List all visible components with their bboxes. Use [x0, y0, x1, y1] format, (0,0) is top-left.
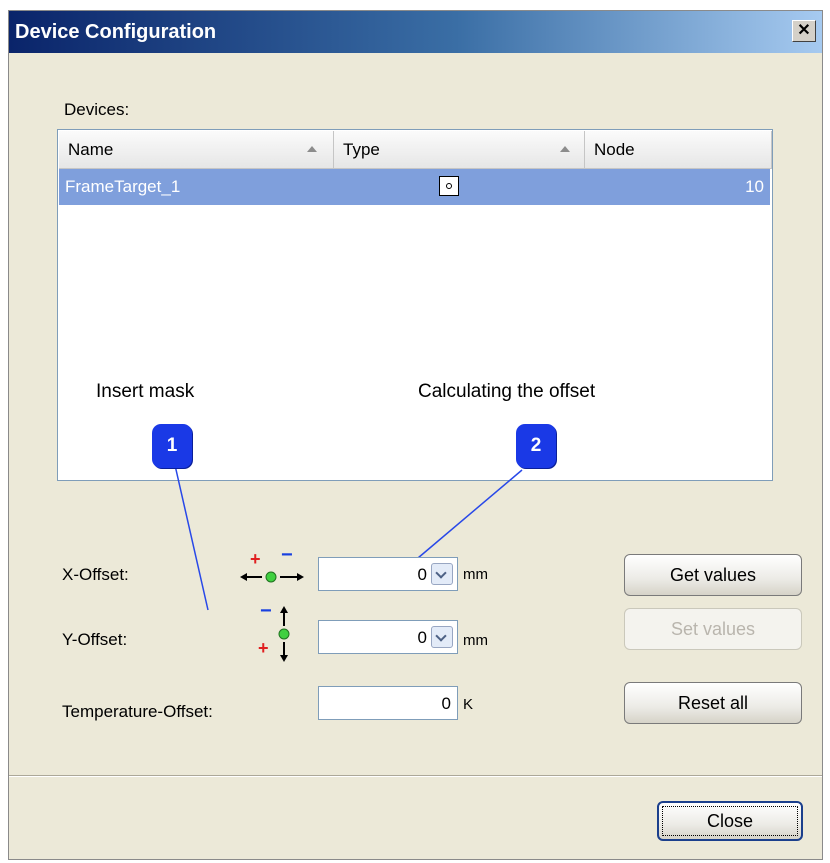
temperature-offset-value: 0 [441, 694, 451, 713]
get-values-button[interactable]: Get values [624, 554, 802, 596]
annotation-text-1: Insert mask [96, 381, 195, 402]
close-button[interactable]: Close [657, 801, 803, 841]
devices-label: Devices: [64, 100, 130, 119]
x-offset-arrows-icon: + − [240, 544, 314, 587]
y-offset-unit: mm [463, 632, 488, 649]
window-title: Device Configuration [15, 21, 217, 43]
sort-up-icon [560, 146, 570, 152]
x-offset-unit: mm [463, 566, 488, 583]
close-window-button[interactable]: ✕ [792, 20, 816, 42]
frame-target-icon [439, 176, 459, 196]
device-node-cell: 10 [745, 177, 764, 196]
footer-separator [9, 775, 822, 777]
column-header-node-label: Node [594, 140, 635, 159]
y-offset-arrows-icon: − + [256, 600, 296, 662]
title-bar[interactable]: Device Configuration ✕ [9, 11, 822, 53]
annotation-badge-1: 1 [152, 424, 192, 468]
table-row[interactable]: FrameTarget_1 10 [59, 169, 770, 205]
column-header-node[interactable]: Node [585, 131, 772, 169]
y-offset-label: Y-Offset: [62, 630, 128, 649]
x-offset-dropdown[interactable] [431, 563, 453, 585]
x-offset-field[interactable]: 0 [318, 557, 458, 591]
y-offset-field[interactable]: 0 [318, 620, 458, 654]
temperature-offset-label: Temperature-Offset: [62, 702, 213, 721]
column-header-name[interactable]: Name [59, 131, 334, 169]
temperature-offset-unit: K [463, 696, 474, 713]
annotation-badge-2: 2 [516, 424, 556, 468]
y-offset-arrows-graphic [278, 606, 290, 662]
x-offset-arrows-graphic [240, 571, 304, 583]
set-values-button[interactable]: Set values [624, 608, 802, 650]
x-offset-value: 0 [417, 565, 427, 584]
y-offset-dropdown[interactable] [431, 626, 453, 648]
reset-all-button[interactable]: Reset all [624, 682, 802, 724]
column-header-type[interactable]: Type [334, 131, 585, 169]
annotation-text-2: Calculating the offset [418, 381, 596, 402]
x-offset-label: X-Offset: [62, 565, 129, 584]
sort-up-icon [307, 146, 317, 152]
temperature-offset-field[interactable]: 0 [318, 686, 458, 720]
column-header-type-label: Type [343, 140, 380, 159]
y-offset-value: 0 [417, 628, 427, 647]
column-header-name-label: Name [68, 140, 114, 159]
device-name-cell: FrameTarget_1 [65, 177, 181, 196]
